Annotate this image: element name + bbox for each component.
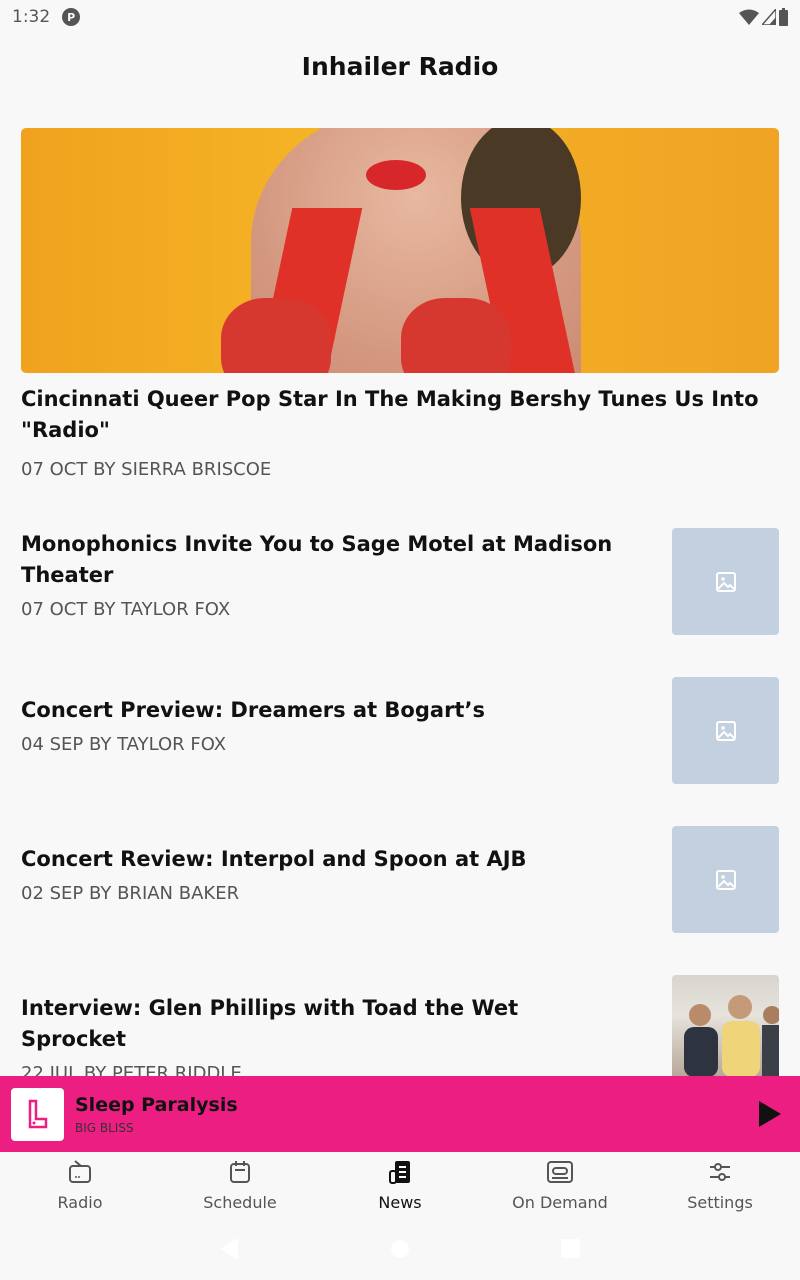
article-title: Concert Preview: Dreamers at Bogart’s bbox=[21, 698, 485, 722]
bottom-navigation: Radio Schedule News On Demand Settings bbox=[0, 1152, 800, 1224]
cassette-icon bbox=[547, 1161, 573, 1183]
system-navigation bbox=[220, 1238, 580, 1260]
featured-image[interactable] bbox=[21, 128, 779, 373]
tab-radio[interactable]: Radio bbox=[0, 1152, 160, 1224]
notification-icon: P bbox=[62, 8, 81, 26]
article-item[interactable]: Monophonics Invite You to Sage Motel at … bbox=[21, 528, 779, 635]
wifi-icon bbox=[739, 9, 759, 25]
home-icon[interactable] bbox=[391, 1240, 409, 1258]
now-playing-bar[interactable]: Sleep Paralysis BIG BLISS bbox=[0, 1076, 800, 1152]
clock: 1:32 bbox=[12, 7, 51, 27]
article-item[interactable]: Concert Review: Interpol and Spoon at AJ… bbox=[21, 826, 779, 933]
tab-settings[interactable]: Settings bbox=[640, 1152, 800, 1224]
recents-icon[interactable] bbox=[561, 1239, 580, 1258]
page-title: Inhailer Radio bbox=[301, 52, 499, 81]
play-icon[interactable] bbox=[759, 1101, 781, 1127]
radio-icon bbox=[69, 1160, 91, 1183]
tab-schedule[interactable]: Schedule bbox=[160, 1152, 320, 1224]
status-bar: 1:32 P bbox=[0, 0, 800, 34]
image-placeholder-icon bbox=[672, 677, 779, 784]
image-placeholder-icon bbox=[672, 528, 779, 635]
station-logo bbox=[11, 1087, 64, 1141]
tab-label: News bbox=[378, 1193, 422, 1212]
battery-icon bbox=[779, 8, 788, 26]
now-playing-title: Sleep Paralysis bbox=[75, 1093, 238, 1116]
featured-article-title[interactable]: Cincinnati Queer Pop Star In The Making … bbox=[21, 384, 761, 446]
article-title: Interview: Glen Phillips with Toad the W… bbox=[21, 996, 519, 1051]
article-thumbnail bbox=[672, 975, 779, 1076]
back-icon[interactable] bbox=[220, 1238, 238, 1260]
sliders-icon bbox=[710, 1163, 730, 1181]
image-placeholder-icon bbox=[672, 826, 779, 933]
signal-icon bbox=[762, 9, 776, 25]
newspaper-icon bbox=[389, 1161, 410, 1184]
tab-label: Radio bbox=[57, 1193, 103, 1212]
article-meta: 04 SEP BY TAYLOR FOX bbox=[21, 734, 227, 755]
article-item[interactable]: Interview: Glen Phillips with Toad the W… bbox=[21, 975, 779, 1084]
article-meta: 07 OCT BY TAYLOR FOX bbox=[21, 599, 231, 620]
article-meta: 02 SEP BY BRIAN BAKER bbox=[21, 883, 240, 904]
article-title: Monophonics Invite You to Sage Motel at … bbox=[21, 532, 613, 587]
tab-label: On Demand bbox=[512, 1193, 608, 1212]
article-item[interactable]: Concert Preview: Dreamers at Bogart’s 04… bbox=[21, 677, 779, 784]
calendar-icon bbox=[230, 1161, 250, 1183]
featured-article-meta: 07 OCT BY SIERRA BRISCOE bbox=[21, 459, 272, 480]
article-title: Concert Review: Interpol and Spoon at AJ… bbox=[21, 847, 527, 871]
tab-label: Settings bbox=[687, 1193, 753, 1212]
now-playing-artist: BIG BLISS bbox=[75, 1120, 134, 1135]
tab-news[interactable]: News bbox=[320, 1152, 480, 1224]
tab-label: Schedule bbox=[203, 1193, 277, 1212]
tab-on-demand[interactable]: On Demand bbox=[480, 1152, 640, 1224]
